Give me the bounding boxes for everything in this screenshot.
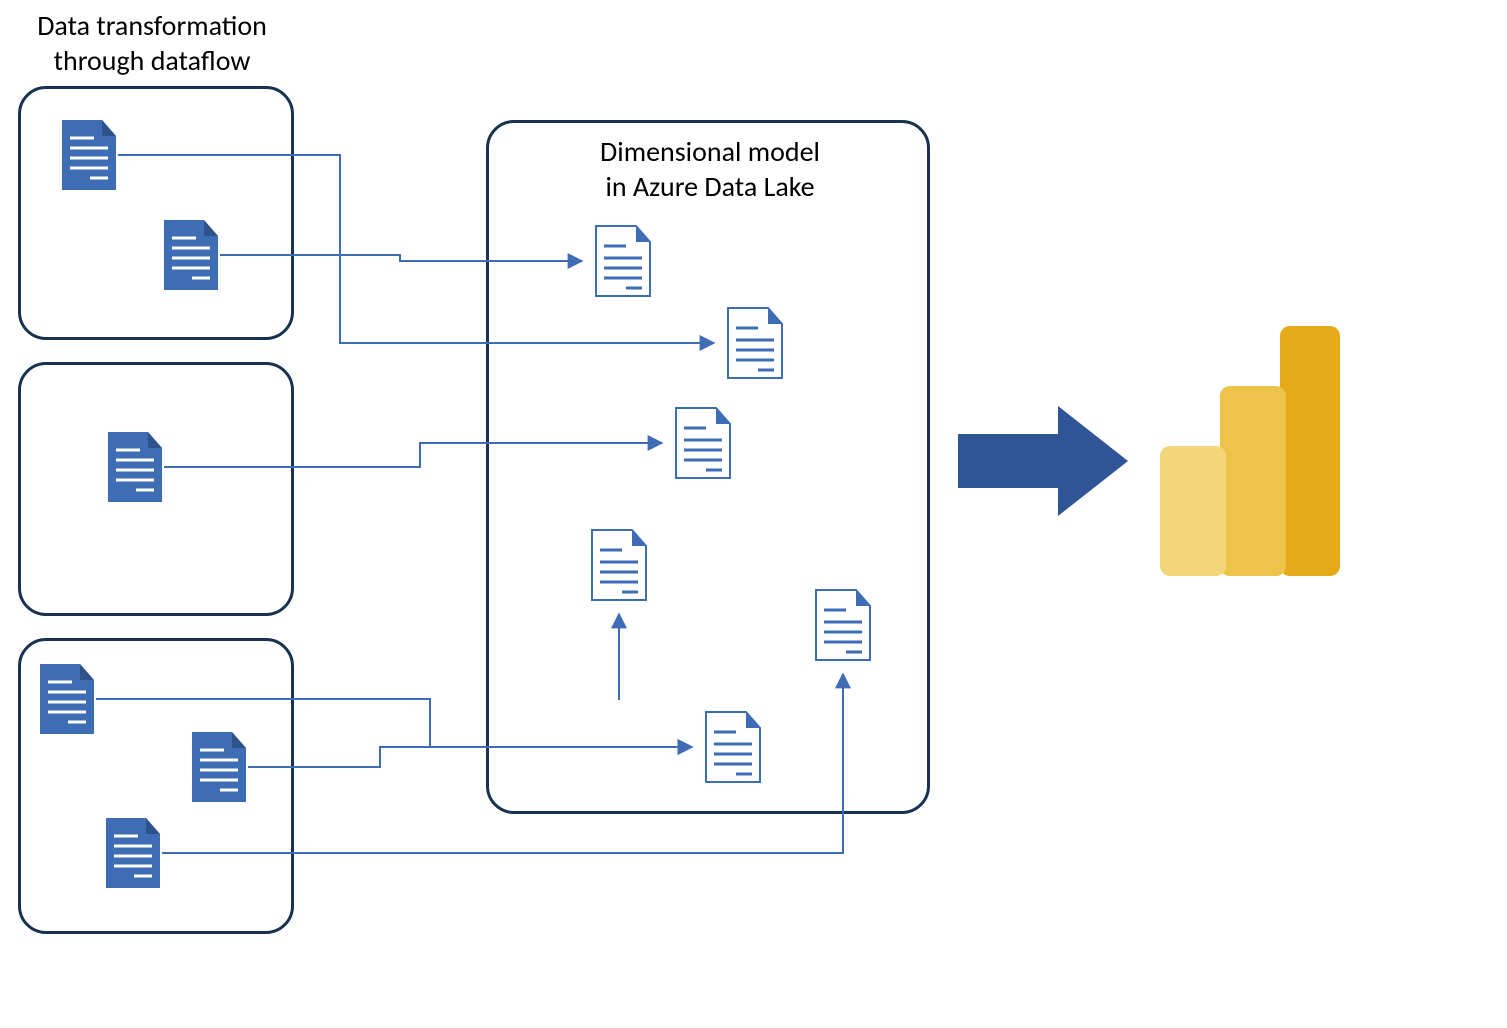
document-outline-icon: [704, 710, 762, 784]
document-outline-icon: [594, 224, 652, 298]
document-icon: [60, 118, 118, 192]
big-arrow-icon: [958, 406, 1128, 516]
document-icon: [106, 430, 164, 504]
diagram-canvas: Data transformation through dataflow Dim…: [0, 0, 1507, 1028]
power-bi-icon: [1150, 316, 1350, 586]
document-outline-icon: [814, 588, 872, 662]
document-outline-icon: [726, 306, 784, 380]
document-outline-icon: [590, 528, 648, 602]
document-outline-icon: [674, 406, 732, 480]
document-icon: [38, 662, 96, 736]
document-icon: [104, 816, 162, 890]
left-title: Data transformation through dataflow: [22, 8, 282, 78]
document-icon: [190, 730, 248, 804]
document-icon: [162, 218, 220, 292]
